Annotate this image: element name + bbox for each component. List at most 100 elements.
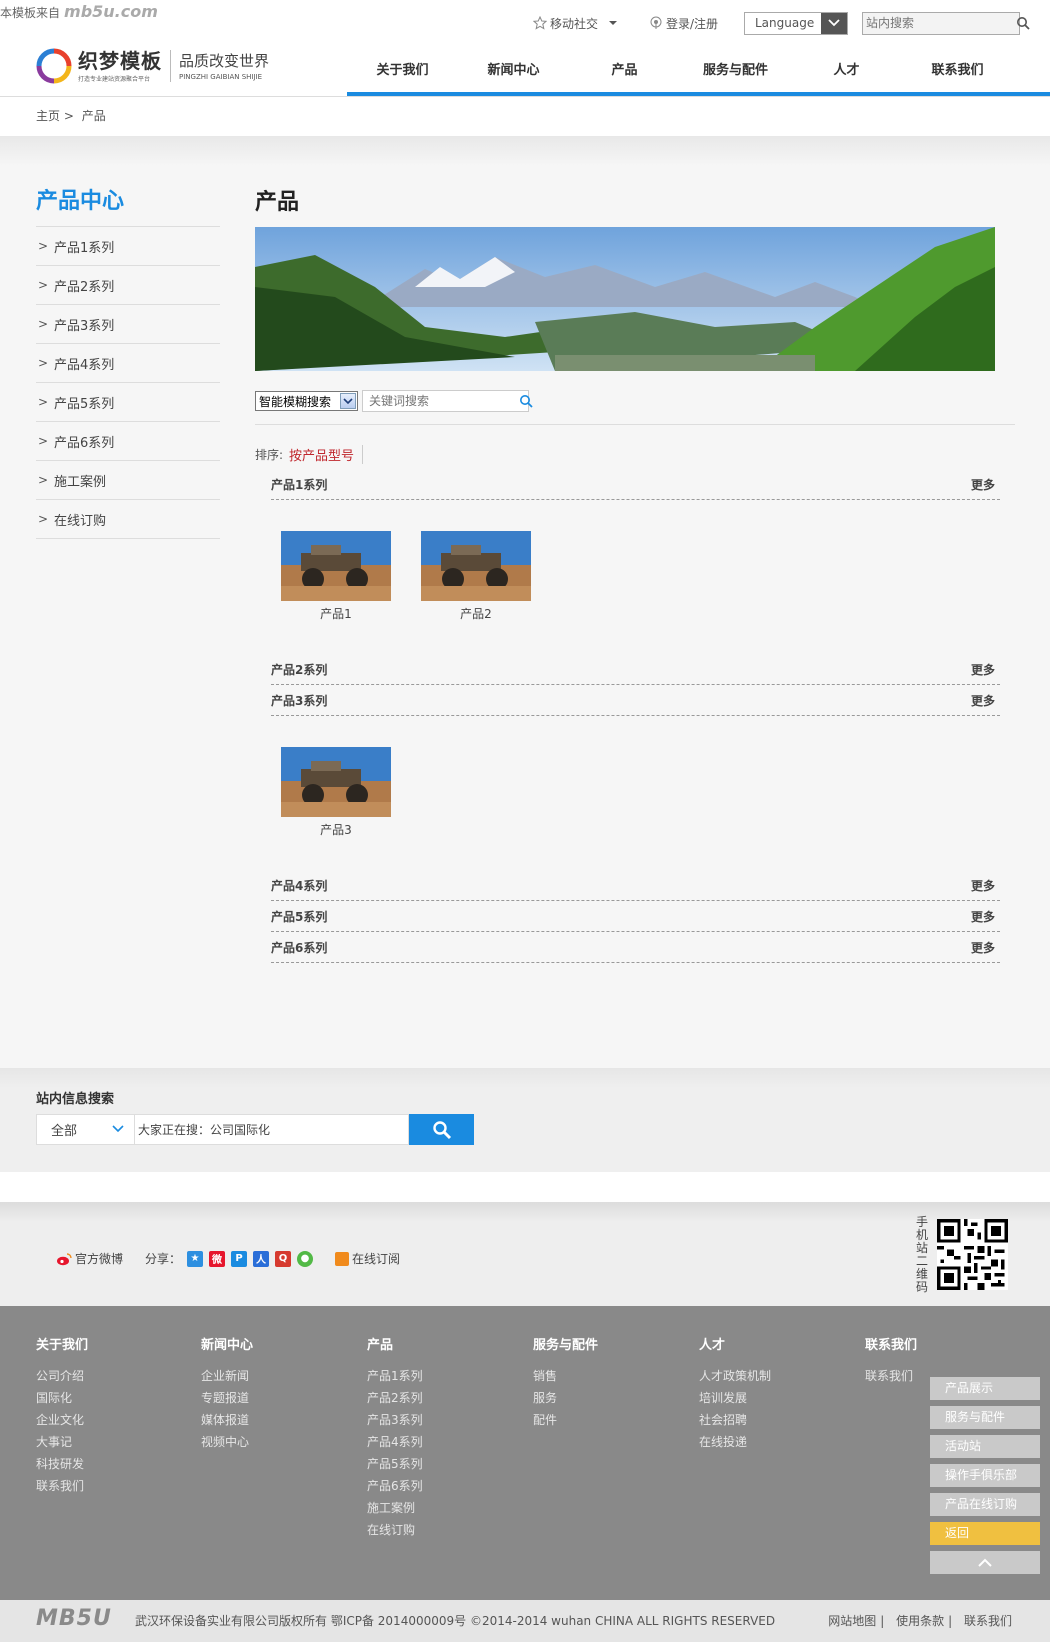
product-card[interactable]: 产品1 [281,531,391,622]
footer-column-title[interactable]: 新闻中心 [201,1334,253,1353]
series-name[interactable]: 产品4系列 [271,877,327,894]
sitemap-link[interactable]: 网站地图 [828,1614,876,1628]
product-name[interactable]: 产品1 [281,605,391,622]
back-to-top-button[interactable] [930,1551,1040,1574]
footer-link[interactable]: 公司介绍 [36,1365,88,1387]
product-thumbnail[interactable] [281,747,391,817]
footer-link[interactable]: 在线订购 [367,1519,423,1541]
site-search-input[interactable] [863,12,1016,34]
footer-link[interactable]: 联系我们 [36,1475,88,1497]
keyword-input[interactable] [363,394,519,408]
sidebar-item[interactable]: > 产品2系列 [36,266,220,305]
product-card[interactable]: 产品2 [421,531,531,622]
breadcrumb-home[interactable]: 主页 [36,109,60,123]
footer-link[interactable]: 专题报道 [201,1387,253,1409]
footer-link[interactable]: 视频中心 [201,1431,253,1453]
more-link[interactable]: 更多 [971,661,995,678]
footer-link[interactable]: 企业文化 [36,1409,88,1431]
footer-column-title[interactable]: 联系我们 [865,1334,917,1353]
footer-column-title[interactable]: 关于我们 [36,1334,88,1353]
quick-link-service[interactable]: 服务与配件 [930,1406,1040,1429]
more-link[interactable]: 更多 [971,692,995,709]
footer-link[interactable]: 媒体报道 [201,1409,253,1431]
footer-link[interactable]: 培训发展 [699,1387,771,1409]
more-link[interactable]: 更多 [971,908,995,925]
footer-column-title[interactable]: 服务与配件 [533,1334,598,1353]
footer-link[interactable]: 科技研发 [36,1453,88,1475]
footer-link[interactable]: 配件 [533,1409,598,1431]
nav-item-service[interactable]: 服务与配件 [680,56,791,96]
quick-link-online-order[interactable]: 产品在线订购 [930,1493,1040,1516]
quick-link-operator-club[interactable]: 操作手俱乐部 [930,1464,1040,1487]
footer-link[interactable]: 施工案例 [367,1497,423,1519]
product-name[interactable]: 产品3 [281,821,391,838]
rss-subscribe-link[interactable]: 在线订阅 [335,1250,400,1267]
breadcrumb-current[interactable]: 产品 [82,109,106,123]
site-logo[interactable]: 织梦模板 打造专业建站资源聚合平台 品质改变世界 PINGZHI GAIBIAN… [36,48,269,84]
series-name[interactable]: 产品2系列 [271,661,327,678]
search-mode-select[interactable]: 智能模糊搜索 [255,391,358,411]
series-name[interactable]: 产品6系列 [271,939,327,956]
product-thumbnail[interactable] [281,531,391,601]
kaixin-share-icon[interactable]: Q [275,1250,292,1267]
nav-item-news[interactable]: 新闻中心 [458,56,569,96]
sort-by-model[interactable]: 按产品型号 [289,445,364,464]
footer-link[interactable]: 销售 [533,1365,598,1387]
product-card[interactable]: 产品3 [281,747,391,838]
official-weibo-link[interactable]: 官方微博 [56,1250,123,1267]
quick-link-events[interactable]: 活动站 [930,1435,1040,1458]
sidebar-item[interactable]: > 产品4系列 [36,344,220,383]
product-name[interactable]: 产品2 [421,605,531,622]
search-icon[interactable] [1016,16,1030,30]
footer-link[interactable]: 在线投递 [699,1431,771,1453]
footer-link[interactable]: 产品3系列 [367,1409,423,1431]
mobile-social-link[interactable]: 移动社交 [532,15,623,32]
info-search-button[interactable] [409,1114,474,1145]
footer-link[interactable]: 企业新闻 [201,1365,253,1387]
qzone-share-icon[interactable]: ★ [187,1250,204,1267]
nav-item-products[interactable]: 产品 [569,56,680,96]
sidebar-item[interactable]: > 产品1系列 [36,227,220,266]
sidebar-item[interactable]: > 产品5系列 [36,383,220,422]
more-link[interactable]: 更多 [971,877,995,894]
wechat-share-icon[interactable]: ● [297,1250,314,1267]
search-icon[interactable] [519,394,533,408]
product-thumbnail[interactable] [421,531,531,601]
sidebar-item[interactable]: > 产品3系列 [36,305,220,344]
footer-link[interactable]: 社会招聘 [699,1409,771,1431]
series-name[interactable]: 产品1系列 [271,476,327,493]
series-name[interactable]: 产品5系列 [271,908,327,925]
footer-link[interactable]: 产品2系列 [367,1387,423,1409]
sidebar-item[interactable]: > 施工案例 [36,461,220,500]
search-scope-select[interactable]: 全部 [36,1114,135,1145]
footer-link[interactable]: 联系我们 [865,1365,917,1387]
more-link[interactable]: 更多 [971,476,995,493]
login-register-link[interactable]: 登录/注册 [649,15,718,32]
footer-link[interactable]: 服务 [533,1387,598,1409]
sina-weibo-share-icon[interactable]: 微 [209,1250,226,1267]
quick-link-products[interactable]: 产品展示 [930,1377,1040,1400]
language-select[interactable]: Language [744,11,848,35]
footer-column-title[interactable]: 人才 [699,1334,771,1353]
footer-column-title[interactable]: 产品 [367,1334,423,1353]
more-link[interactable]: 更多 [971,939,995,956]
sidebar-item[interactable]: > 在线订购 [36,500,220,539]
nav-item-contact[interactable]: 联系我们 [902,56,1013,96]
renren-share-icon[interactable]: 人 [253,1250,270,1267]
contact-link[interactable]: 联系我们 [964,1614,1012,1628]
footer-link[interactable]: 产品1系列 [367,1365,423,1387]
footer-link[interactable]: 产品4系列 [367,1431,423,1453]
terms-link[interactable]: 使用条款 [896,1614,944,1628]
nav-item-about[interactable]: 关于我们 [347,56,458,96]
footer-link[interactable]: 大事记 [36,1431,88,1453]
series-name[interactable]: 产品3系列 [271,692,327,709]
footer-link[interactable]: 人才政策机制 [699,1365,771,1387]
footer-link[interactable]: 国际化 [36,1387,88,1409]
back-button[interactable]: 返回 [930,1522,1040,1545]
tencent-weibo-share-icon[interactable]: P [231,1250,248,1267]
sidebar-item[interactable]: > 产品6系列 [36,422,220,461]
footer-link[interactable]: 产品5系列 [367,1453,423,1475]
info-search-input[interactable] [135,1122,408,1137]
nav-item-talent[interactable]: 人才 [791,56,902,96]
footer-link[interactable]: 产品6系列 [367,1475,423,1497]
